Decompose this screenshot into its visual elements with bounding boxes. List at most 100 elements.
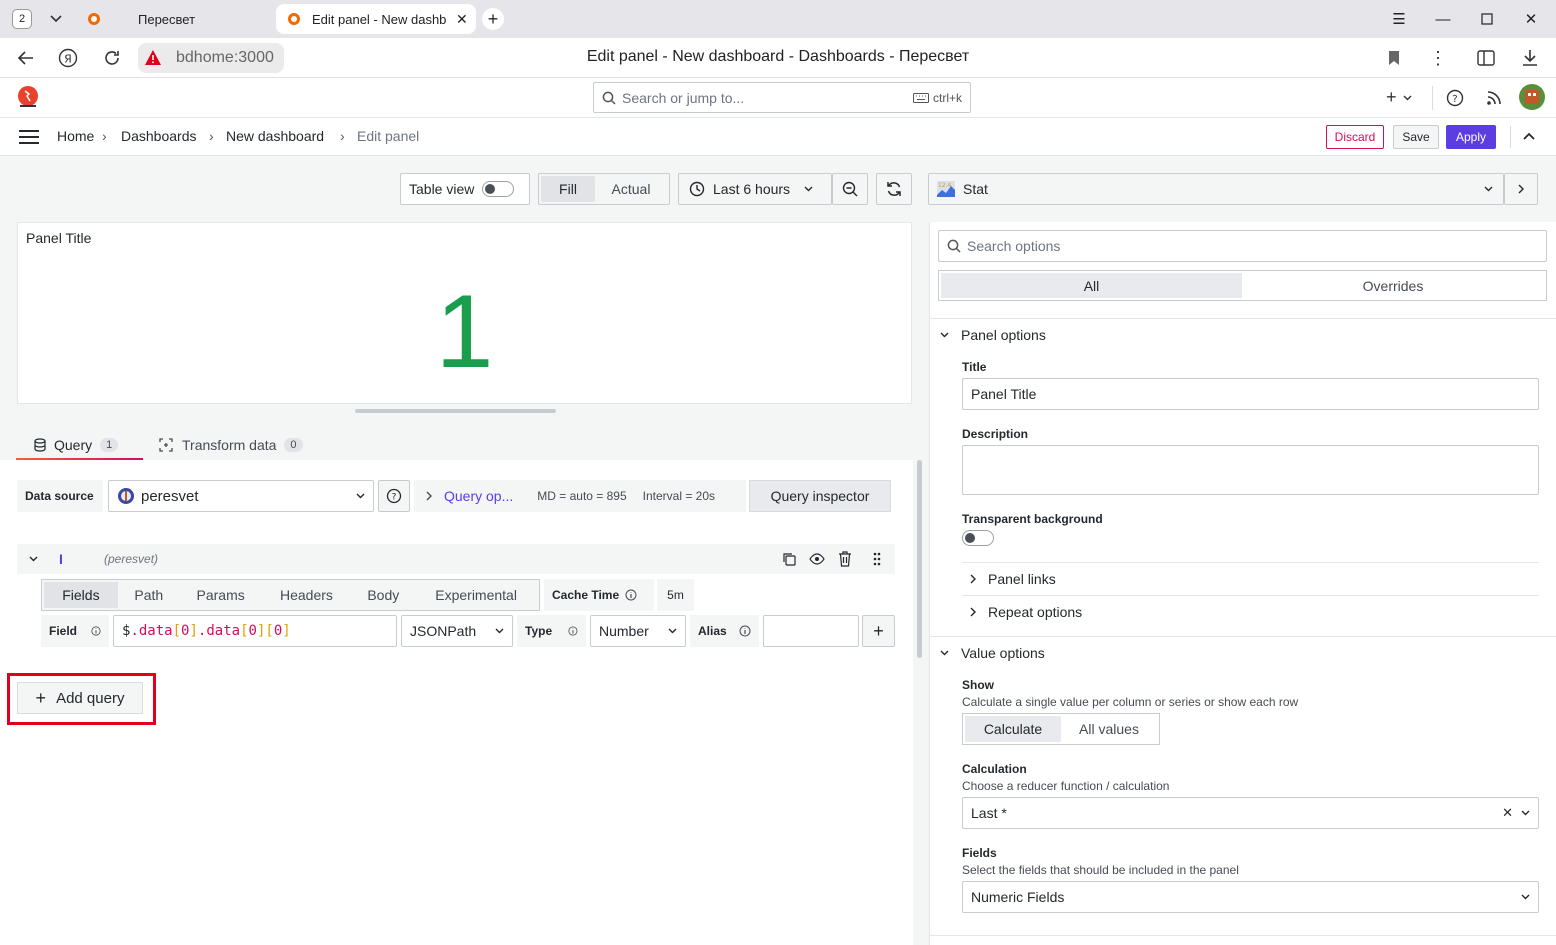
description-textarea[interactable] xyxy=(962,445,1539,495)
show-all-values-option[interactable]: All values xyxy=(1061,716,1157,742)
options-search-input[interactable]: Search options xyxy=(938,230,1547,262)
type-select[interactable]: Number xyxy=(590,615,686,647)
chevron-down-icon[interactable] xyxy=(29,556,38,562)
browser-tab-peresvet[interactable]: Пересвет xyxy=(76,4,272,34)
divider xyxy=(930,318,1556,319)
chevron-down-icon[interactable] xyxy=(44,9,68,29)
breadcrumb-home[interactable]: Home xyxy=(57,128,94,144)
save-button[interactable]: Save xyxy=(1393,125,1439,149)
panel-options-header[interactable]: Panel options xyxy=(940,327,1046,343)
transparent-background-toggle[interactable] xyxy=(962,530,994,546)
visualization-picker[interactable]: 12.4 Stat xyxy=(928,173,1504,205)
menu-icon[interactable]: ☰ xyxy=(1388,8,1410,30)
info-icon xyxy=(625,589,637,601)
new-tab-button[interactable]: + xyxy=(482,8,504,30)
chevron-up-icon[interactable] xyxy=(1523,132,1535,140)
yandex-icon[interactable]: Я xyxy=(56,46,80,70)
query-row-header[interactable]: I (peresvet) xyxy=(17,544,895,574)
tab-count-badge[interactable]: 2 xyxy=(12,9,32,29)
close-window-icon[interactable]: ✕ xyxy=(1520,8,1542,30)
tab-experimental[interactable]: Experimental xyxy=(415,582,537,608)
time-range-picker[interactable]: Last 6 hours xyxy=(678,173,832,205)
apply-button[interactable]: Apply xyxy=(1446,125,1496,149)
trash-icon[interactable] xyxy=(838,551,852,567)
drag-handle-icon[interactable] xyxy=(873,551,881,567)
add-new-button[interactable]: + xyxy=(1386,87,1412,108)
transparent-background-label: Transparent background xyxy=(962,512,1103,526)
minimize-icon[interactable]: — xyxy=(1432,8,1454,30)
breadcrumb-separator-icon: › xyxy=(102,128,107,144)
table-view-toggle[interactable]: Table view xyxy=(400,173,530,205)
repeat-options-header[interactable]: Repeat options xyxy=(970,604,1082,620)
breadcrumb-new-dashboard[interactable]: New dashboard xyxy=(226,128,324,144)
query-ref-id[interactable]: I xyxy=(59,551,63,567)
query-options-link[interactable]: Query op... xyxy=(444,488,513,504)
fields-select[interactable]: Numeric Fields xyxy=(962,881,1539,913)
clock-icon xyxy=(689,181,705,197)
value-options-header[interactable]: Value options xyxy=(940,645,1045,661)
tab-headers[interactable]: Headers xyxy=(262,582,352,608)
clear-icon[interactable]: ✕ xyxy=(1502,805,1513,821)
add-query-button[interactable]: + Add query xyxy=(17,682,143,714)
parser-select[interactable]: JSONPath xyxy=(401,615,513,647)
avatar[interactable] xyxy=(1519,84,1545,110)
tab-transform[interactable]: Transform data 0 xyxy=(158,428,303,462)
discard-button[interactable]: Discard xyxy=(1326,125,1384,149)
url-text: bdhome:3000 xyxy=(176,49,274,66)
tab-path[interactable]: Path xyxy=(118,582,180,608)
breadcrumb-dashboards[interactable]: Dashboards xyxy=(121,128,197,144)
duplicate-icon[interactable] xyxy=(782,552,796,566)
news-feed-icon[interactable] xyxy=(1486,90,1502,106)
refresh-button[interactable] xyxy=(876,173,912,205)
help-icon[interactable]: ? xyxy=(1446,89,1464,107)
alias-input[interactable] xyxy=(763,615,859,647)
eye-icon[interactable] xyxy=(809,552,825,566)
toggle-options-button[interactable] xyxy=(1504,173,1538,205)
description-label: Description xyxy=(962,427,1029,441)
panel-links-header[interactable]: Panel links xyxy=(970,571,1056,587)
search-input[interactable]: Search or jump to... ctrl+k xyxy=(593,82,971,113)
tab-body[interactable]: Body xyxy=(351,582,415,608)
browser-tab-edit-panel[interactable]: Edit panel - New dashb ✕ xyxy=(276,4,476,34)
download-icon[interactable] xyxy=(1518,46,1542,70)
reload-icon[interactable] xyxy=(100,46,124,70)
maximize-icon[interactable] xyxy=(1476,8,1498,30)
url-field[interactable]: bdhome:3000 xyxy=(138,43,284,73)
resize-handle[interactable] xyxy=(355,409,556,413)
fill-button[interactable]: Fill xyxy=(541,176,595,202)
svg-text:12.4: 12.4 xyxy=(938,182,952,189)
hamburger-menu-icon[interactable] xyxy=(18,129,40,145)
more-icon[interactable]: ⋮ xyxy=(1426,46,1450,70)
field-jsonpath-input[interactable]: $.data[0].data[0][0] xyxy=(113,615,397,647)
back-icon[interactable] xyxy=(14,46,38,70)
tab-query[interactable]: Query 1 xyxy=(16,428,144,462)
chevron-down-icon xyxy=(1521,810,1530,816)
datasource-label: Data source xyxy=(17,480,103,512)
chevron-down-icon xyxy=(356,493,365,499)
extensions-icon[interactable] xyxy=(1474,46,1498,70)
divider xyxy=(1510,126,1511,148)
logo-icon[interactable] xyxy=(16,85,40,109)
datasource-help-button[interactable]: ? xyxy=(378,480,410,512)
breadcrumb: Home › Dashboards › New dashboard › Edit… xyxy=(0,118,1556,156)
datasource-select[interactable]: peresvet xyxy=(108,480,374,512)
scrollbar[interactable] xyxy=(917,460,922,658)
title-input[interactable]: Panel Title xyxy=(962,378,1539,410)
close-icon[interactable]: ✕ xyxy=(456,11,468,28)
chevron-down-icon xyxy=(1484,186,1493,192)
tab-overrides[interactable]: Overrides xyxy=(1242,273,1544,298)
bookmark-icon[interactable] xyxy=(1382,46,1406,70)
calculation-select[interactable]: Last * ✕ xyxy=(962,797,1539,829)
add-field-button[interactable]: + xyxy=(862,615,895,647)
zoom-out-button[interactable] xyxy=(832,173,868,205)
tab-all[interactable]: All xyxy=(941,273,1242,298)
cache-time-value[interactable]: 5m xyxy=(657,579,694,611)
tab-fields[interactable]: Fields xyxy=(44,582,118,608)
panel-preview: Panel Title 1 xyxy=(17,222,912,404)
tab-params[interactable]: Params xyxy=(180,582,262,608)
query-inspector-button[interactable]: Query inspector xyxy=(749,480,891,512)
show-calculate-option[interactable]: Calculate xyxy=(965,716,1061,742)
query-options-bar[interactable]: Query op... MD = auto = 895 Interval = 2… xyxy=(414,480,746,512)
actual-button[interactable]: Actual xyxy=(595,176,667,202)
toggle-switch[interactable] xyxy=(482,181,515,197)
